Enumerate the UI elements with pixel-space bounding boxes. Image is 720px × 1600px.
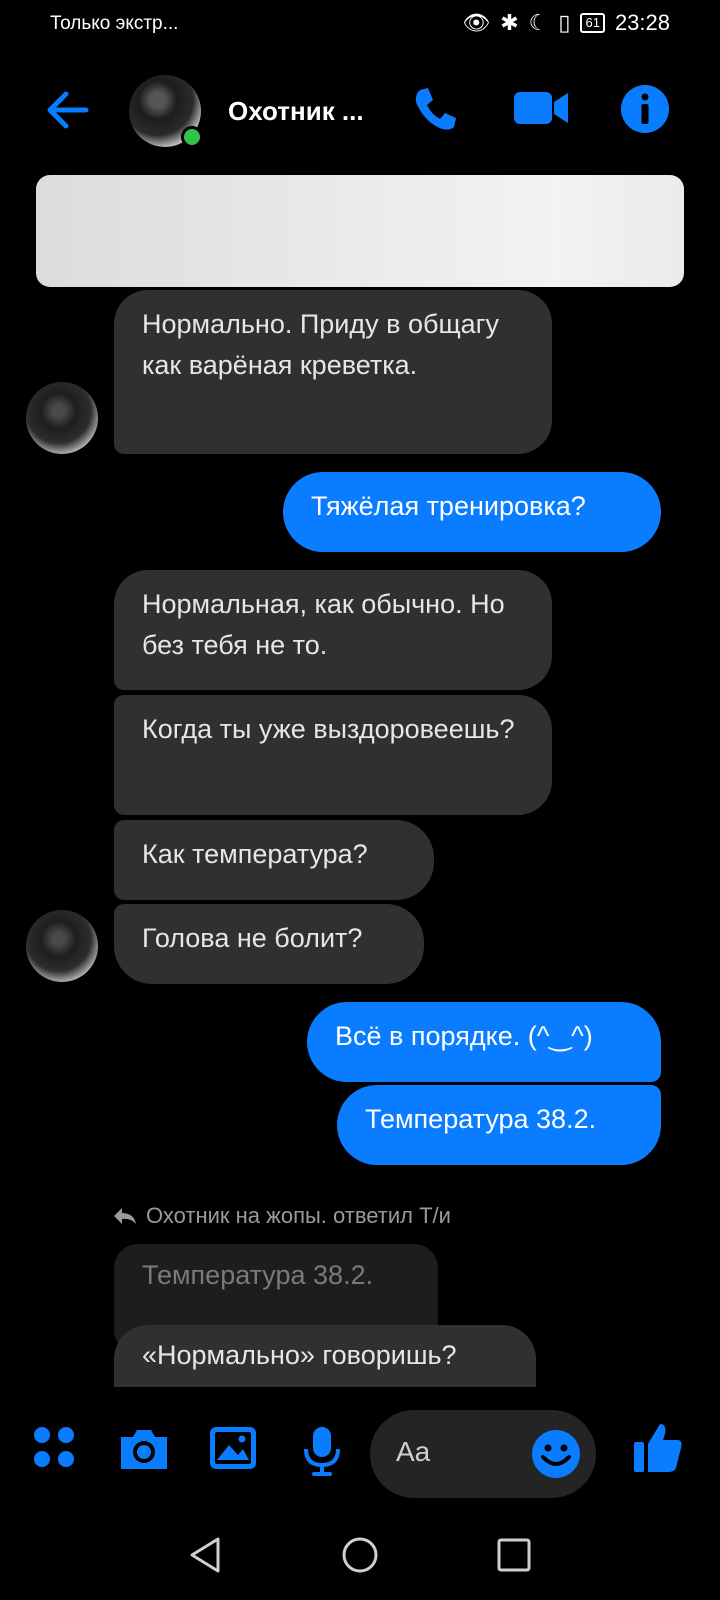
thumbs-up-icon[interactable] — [632, 1420, 684, 1474]
carrier-label: Только экстр... — [50, 13, 179, 34]
nav-home-icon[interactable] — [340, 1535, 380, 1575]
online-indicator — [181, 126, 203, 148]
message-outgoing[interactable]: Всё в порядке. (^‿^) — [307, 1002, 661, 1082]
info-icon[interactable] — [620, 84, 670, 134]
battery-level: 61 — [580, 13, 605, 33]
arrow-left-icon[interactable] — [40, 82, 96, 138]
message-incoming[interactable]: Нормально. Приду в общагу как варёная кр… — [114, 290, 552, 454]
message-incoming-reply[interactable]: «Нормально» говоришь? — [114, 1325, 536, 1387]
blurred-banner — [36, 175, 684, 287]
phone-icon[interactable] — [410, 84, 460, 134]
image-icon[interactable] — [208, 1425, 258, 1471]
microphone-icon[interactable] — [302, 1425, 342, 1477]
message-outgoing[interactable]: Тяжёлая тренировка? — [283, 472, 661, 552]
status-icons: 👁 ✱ ☾ ▯ 61 23:28 — [462, 10, 670, 36]
status-bar: Только экстр... 👁 ✱ ☾ ▯ 61 23:28 — [0, 0, 720, 50]
vibrate-icon: ▯ — [558, 10, 571, 35]
message-outgoing[interactable]: Температура 38.2. — [337, 1085, 661, 1165]
message-incoming[interactable]: Нормальная, как обычно. Но без тебя не т… — [114, 570, 552, 690]
emoji-icon[interactable] — [531, 1429, 581, 1479]
message-incoming[interactable]: Голова не болит? — [114, 904, 424, 984]
contact-avatar-small[interactable] — [26, 382, 98, 454]
moon-icon: ☾ — [528, 10, 549, 35]
message-incoming[interactable]: Как температура? — [114, 820, 434, 900]
bluetooth-icon: ✱ — [500, 10, 519, 35]
reply-label: Охотник на жопы. ответил Т/и — [146, 1203, 451, 1228]
camera-icon[interactable] — [117, 1425, 171, 1473]
reply-icon — [114, 1208, 136, 1224]
reply-header: Охотник на жопы. ответил Т/и — [112, 1203, 451, 1229]
eye-icon: 👁 — [462, 10, 491, 35]
message-incoming[interactable]: Когда ты уже выздоровеешь? — [114, 695, 552, 815]
nav-back-icon[interactable] — [186, 1535, 226, 1575]
message-input-placeholder: Aa — [396, 1436, 431, 1467]
video-camera-icon[interactable] — [512, 84, 570, 132]
nav-recents-icon[interactable] — [494, 1535, 534, 1575]
clock: 23:28 — [614, 10, 670, 35]
contact-name[interactable]: Охотник ... — [228, 96, 364, 127]
apps-icon[interactable] — [32, 1425, 76, 1469]
contact-avatar-small[interactable] — [26, 910, 98, 982]
